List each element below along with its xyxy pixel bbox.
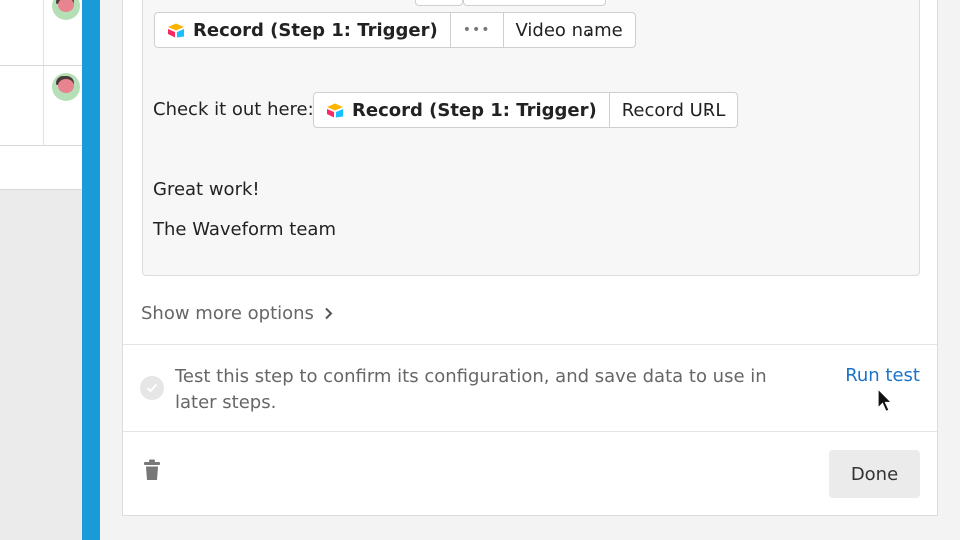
table-row[interactable] [0,146,82,190]
field-token-record-url[interactable]: Record (Step 1: Trigger) Record URL [313,92,739,128]
message-body-editor[interactable]: Record (Step 1: Trigger) ••• Video name … [142,0,920,276]
test-step-description: Test this step to confirm its configurat… [175,366,767,413]
message-line-great: Great work! [153,179,260,200]
trash-icon[interactable] [144,459,160,481]
token-source-label: Record (Step 1: Trigger) [352,99,597,121]
check-circle-icon [140,376,164,400]
more-icon[interactable]: ••• [449,13,503,47]
cell-divider [43,0,44,65]
airtable-logo-icon [327,103,343,118]
done-button[interactable]: Done [829,450,920,498]
table-row[interactable] [0,66,82,146]
background-table [0,0,82,540]
avatar [52,0,80,20]
token-field[interactable]: Video name [502,13,635,47]
avatar [52,73,80,101]
chevron-right-icon [325,307,333,320]
airtable-logo-icon [168,23,184,38]
punctuation: . [586,19,592,40]
cell-divider [43,66,44,145]
section-divider [123,344,937,345]
field-token-video-name[interactable]: Record (Step 1: Trigger) ••• Video name [154,12,636,48]
mouse-pointer-icon [877,388,893,413]
token-field[interactable]: Record URL [608,93,738,127]
token-source[interactable]: Record (Step 1: Trigger) [314,93,609,127]
pill-fragment [415,0,463,6]
section-divider [123,431,937,432]
token-source[interactable]: Record (Step 1: Trigger) [155,13,450,47]
message-line-signoff: The Waveform team [153,219,336,240]
pill-fragment [463,0,606,6]
punctuation: . [705,99,711,120]
step-config-panel: Record (Step 1: Trigger) ••• Video name … [122,0,938,516]
message-line-check: Check it out here: [153,99,314,120]
table-row[interactable] [0,0,82,66]
run-test-button[interactable]: Run test [845,365,920,386]
token-source-label: Record (Step 1: Trigger) [193,19,438,41]
show-more-label: Show more options [141,303,314,324]
show-more-options-toggle[interactable]: Show more options [141,303,333,324]
side-accent-bar [82,0,100,540]
